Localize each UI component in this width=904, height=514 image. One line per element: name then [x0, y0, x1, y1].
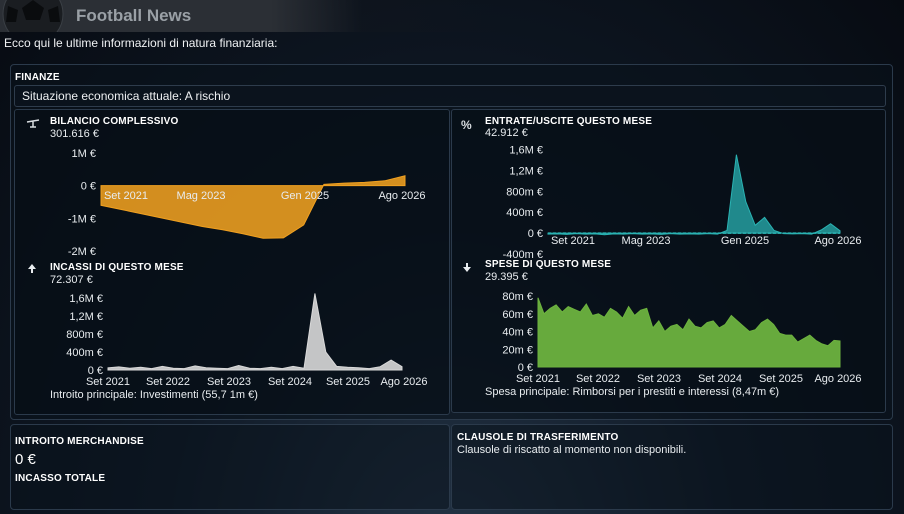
chart-expenses-xtick: Set 2024 [698, 373, 742, 385]
expenses-footnote: Spesa principale: Rimborsi per i prestit… [485, 386, 780, 398]
transfer-title: CLAUSOLE DI TRASFERIMENTO [457, 432, 619, 443]
transfer-text: Clausole di riscatto al momento non disp… [457, 444, 687, 456]
chart-expenses-ytick: 40m € [502, 327, 533, 339]
chart-expenses-ytick: 60m € [502, 309, 533, 321]
chart-expenses-xtick: Set 2022 [576, 373, 620, 385]
merch-total-label: INCASSO TOTALE [15, 473, 106, 484]
chart-expenses-xtick: Set 2021 [516, 373, 560, 385]
chart-expenses-ytick: 80m € [502, 291, 533, 303]
merch-value: 0 € [15, 451, 36, 468]
chart-expenses-area [537, 297, 841, 368]
chart-expenses-xtick: Ago 2026 [814, 373, 861, 385]
merch-title: INTROITO MERCHANDISE [15, 436, 144, 447]
chart-expenses-xtick: Set 2025 [759, 373, 803, 385]
chart-expenses-xtick: Set 2023 [637, 373, 681, 385]
chart-expenses-ytick: 20m € [502, 344, 533, 356]
